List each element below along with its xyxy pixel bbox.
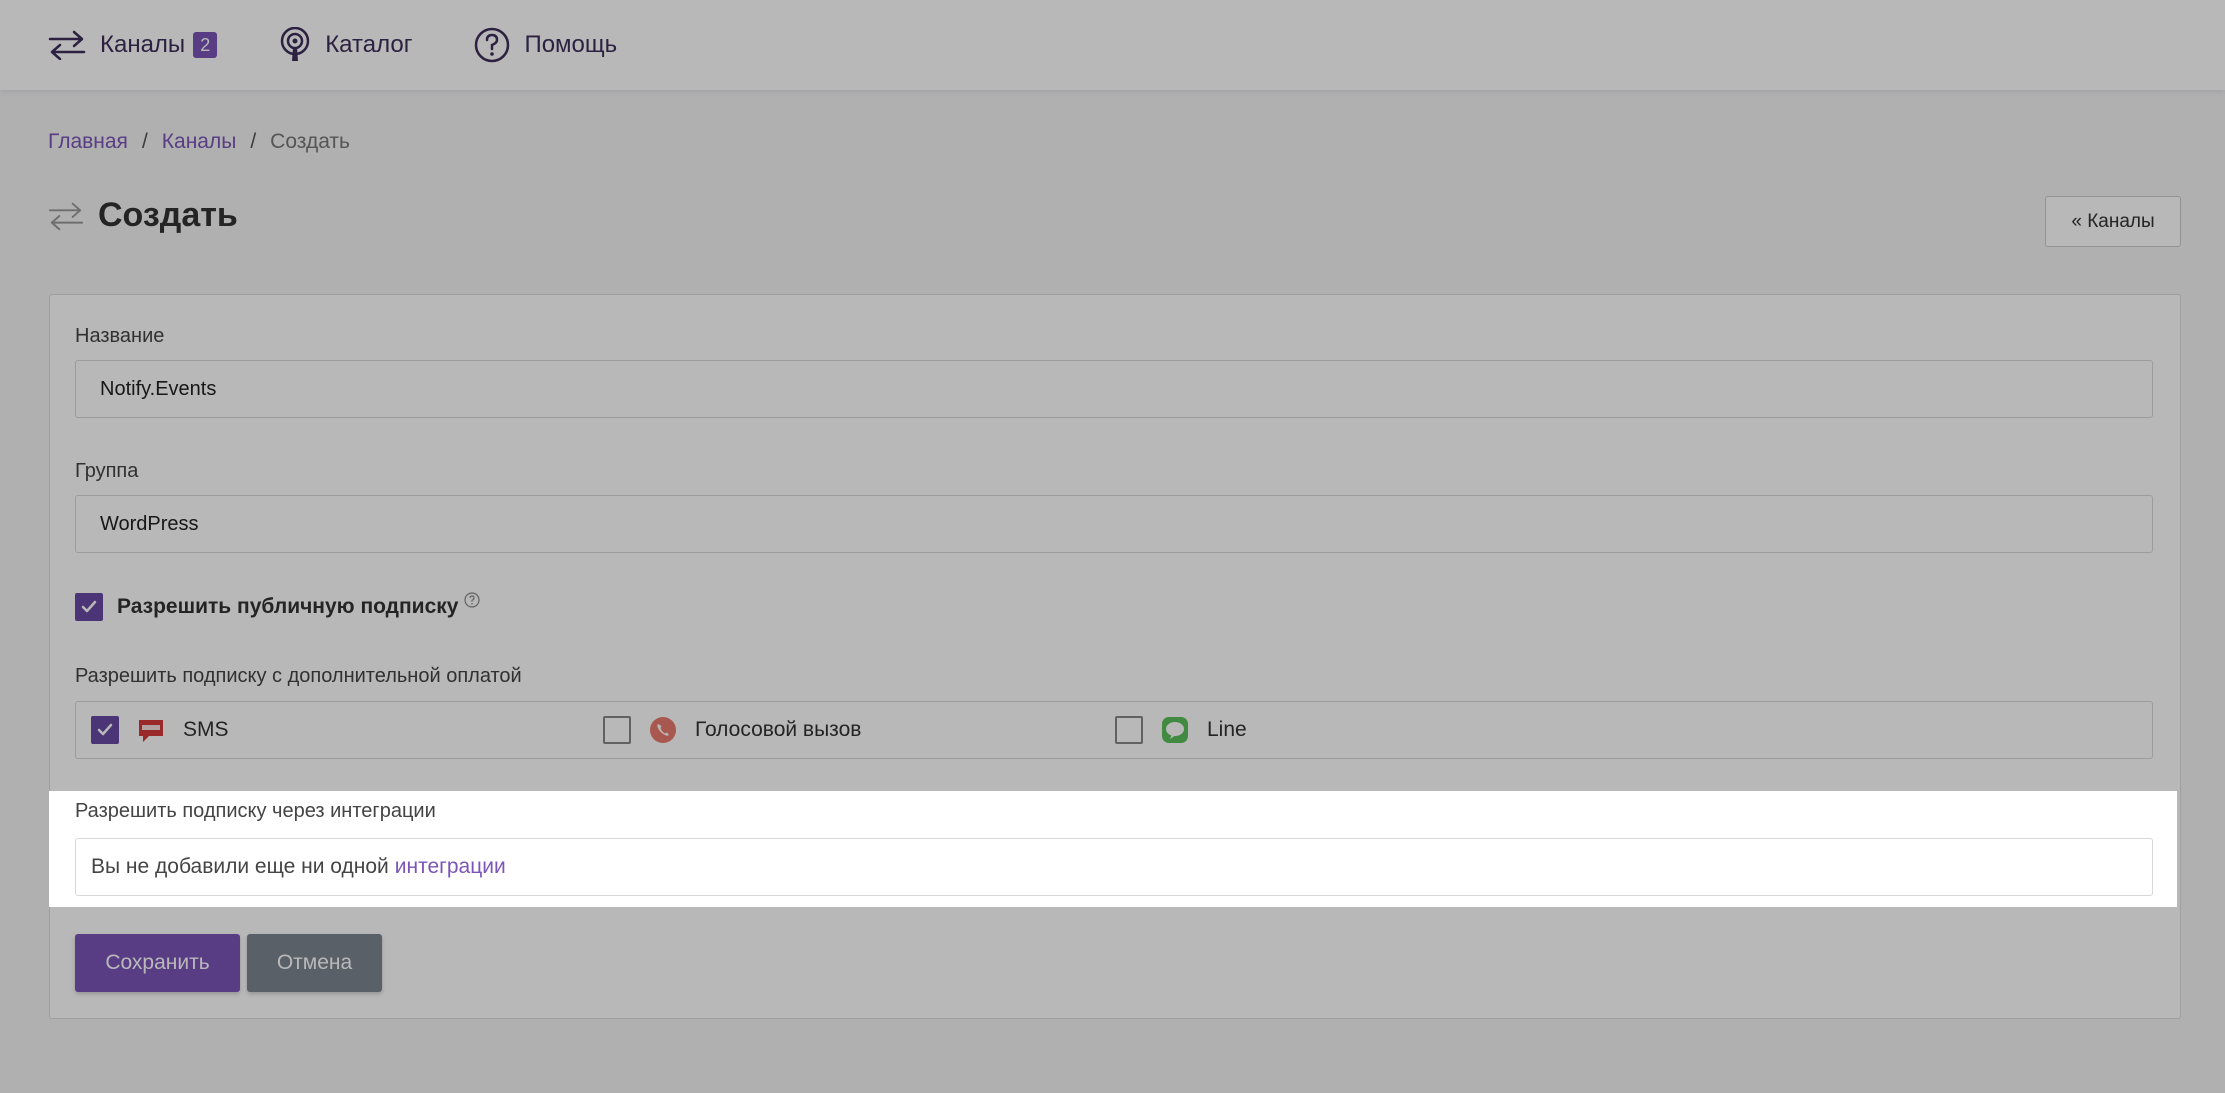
public-subscription-row: Разрешить публичную подписку bbox=[75, 592, 481, 621]
public-subscription-checkbox[interactable] bbox=[75, 593, 103, 621]
voice-call-label: Голосовой вызов bbox=[695, 718, 862, 741]
paid-subscription-options: SMS Голосовой вызов Line bbox=[75, 701, 2153, 759]
nav-channels[interactable]: Каналы 2 bbox=[48, 30, 218, 60]
breadcrumb-current: Создать bbox=[270, 130, 350, 153]
sms-icon bbox=[139, 720, 163, 742]
integrations-box: Вы не добавили еще ни одной интеграции bbox=[75, 838, 2153, 896]
integrations-label: Разрешить подписку через интеграции bbox=[75, 800, 436, 822]
integrations-link[interactable]: интеграции bbox=[395, 855, 506, 879]
breadcrumb-home[interactable]: Главная bbox=[48, 130, 128, 154]
podcast-icon bbox=[280, 27, 310, 61]
nav-catalog-label: Каталог bbox=[325, 31, 413, 58]
name-input[interactable] bbox=[75, 360, 2153, 418]
name-label: Название bbox=[75, 325, 165, 347]
breadcrumb-channels[interactable]: Каналы bbox=[162, 130, 237, 154]
nav-catalog[interactable]: Каталог bbox=[279, 27, 412, 63]
group-input[interactable] bbox=[75, 495, 2153, 553]
breadcrumb-separator: / bbox=[141, 130, 148, 153]
breadcrumb-separator: / bbox=[250, 130, 257, 153]
voice-call-checkbox[interactable] bbox=[603, 716, 631, 744]
nav-channels-badge: 2 bbox=[193, 32, 218, 58]
save-button[interactable]: Сохранить bbox=[75, 934, 240, 992]
back-to-channels-button[interactable]: « Каналы bbox=[2045, 196, 2181, 247]
nav-help[interactable]: Помощь bbox=[474, 27, 617, 63]
line-label: Line bbox=[1207, 718, 1247, 741]
group-label: Группа bbox=[75, 460, 139, 482]
public-subscription-label: Разрешить публичную подписку bbox=[117, 595, 459, 618]
paid-option-line[interactable]: Line bbox=[1115, 716, 1247, 744]
phone-icon bbox=[650, 717, 676, 743]
page-title: Создать bbox=[98, 196, 238, 234]
sms-label: SMS bbox=[183, 718, 229, 741]
line-icon bbox=[1162, 717, 1188, 743]
sms-checkbox[interactable] bbox=[91, 716, 119, 744]
check-icon bbox=[81, 600, 97, 613]
top-nav: Каналы 2 Каталог Помощь bbox=[0, 0, 2225, 90]
paid-subscription-label: Разрешить подписку с дополнительной опла… bbox=[75, 665, 522, 687]
page-header: Создать bbox=[48, 196, 238, 235]
nav-channels-label: Каналы bbox=[100, 31, 186, 58]
question-circle-icon bbox=[475, 27, 510, 63]
paid-option-sms[interactable]: SMS bbox=[91, 716, 229, 744]
integrations-text: Вы не добавили еще ни одной bbox=[91, 855, 389, 878]
swap-arrows-icon bbox=[48, 202, 84, 230]
check-icon bbox=[97, 723, 113, 736]
line-checkbox[interactable] bbox=[1115, 716, 1143, 744]
help-circle-icon[interactable] bbox=[464, 592, 481, 608]
swap-arrows-icon bbox=[48, 30, 86, 60]
nav-help-label: Помощь bbox=[524, 31, 618, 58]
paid-option-voice[interactable]: Голосовой вызов bbox=[603, 716, 861, 744]
breadcrumb: Главная / Каналы / Создать bbox=[48, 130, 350, 154]
cancel-button[interactable]: Отмена bbox=[247, 934, 382, 992]
